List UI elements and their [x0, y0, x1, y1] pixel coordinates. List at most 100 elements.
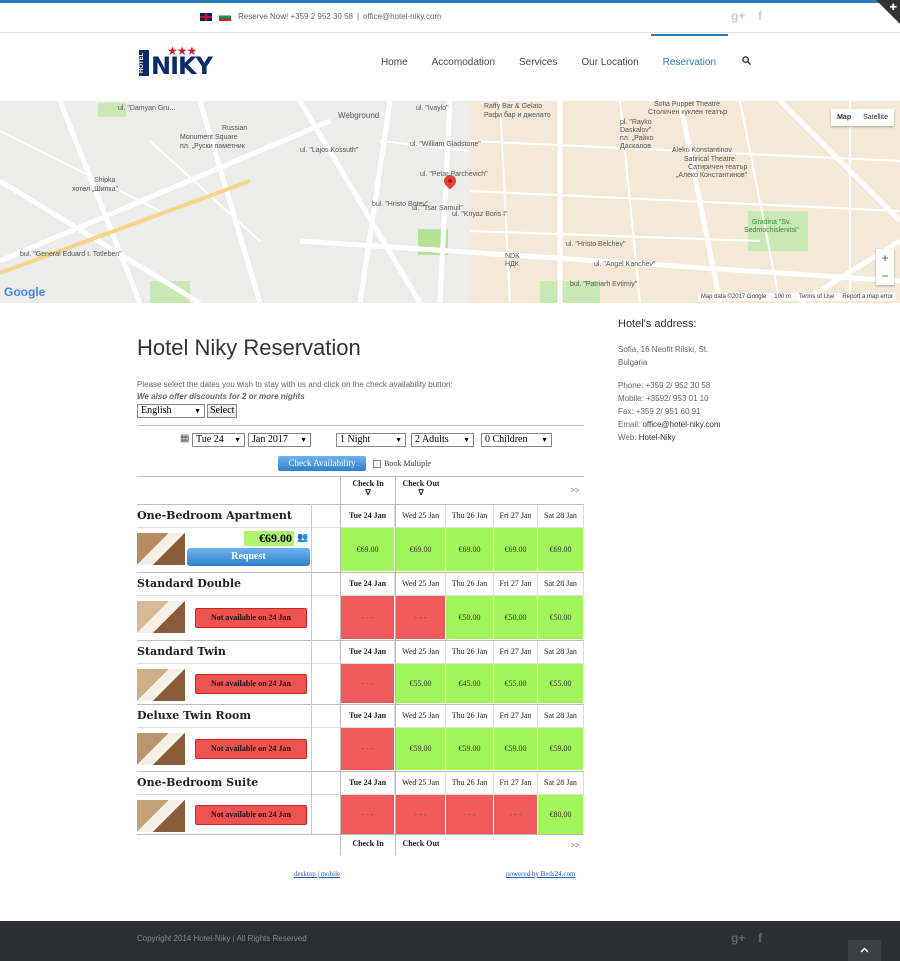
room-thumbnail[interactable]: [137, 733, 185, 765]
map-label: Satirical Theatre: [684, 156, 735, 163]
room-thumbnail[interactable]: [137, 800, 185, 832]
language-select-button[interactable]: Select: [207, 404, 238, 418]
date-header: Thu 26 Jan: [446, 573, 494, 595]
nights-value: 1 Night: [340, 434, 371, 445]
map-terms-link[interactable]: Terms of Use: [799, 294, 834, 300]
web-label: Web:: [618, 433, 639, 442]
google-plus-icon[interactable]: g+: [731, 9, 745, 23]
nav-services[interactable]: Services: [507, 34, 569, 101]
map-label: NDK: [505, 253, 520, 260]
available-cell[interactable]: €55.00: [538, 664, 584, 703]
room-thumbnail[interactable]: [137, 669, 185, 701]
map-label: Sedmochislenitsi": [744, 227, 800, 234]
not-available-button[interactable]: Not available on 24 Jan: [195, 673, 307, 694]
map-label: ul. "William Gladstone": [410, 141, 481, 148]
nav-reservation[interactable]: Reservation: [650, 34, 729, 101]
available-cell[interactable]: €69.00: [341, 528, 395, 571]
map-label: Russian: [222, 125, 248, 132]
calendar-icon[interactable]: ▦: [180, 433, 189, 444]
check-in-footer: Check In: [352, 839, 384, 848]
available-cell[interactable]: €80.00: [538, 795, 584, 834]
room-thumbnail[interactable]: [137, 601, 185, 633]
mobile-link[interactable]: mobile: [321, 870, 340, 878]
chevron-down-icon: ▼: [300, 436, 307, 444]
room-name: Standard Twin: [137, 645, 226, 658]
date-header: Fri 27 Jan: [494, 505, 538, 527]
facebook-icon[interactable]: f: [758, 9, 762, 23]
next-dates-button[interactable]: >>: [566, 486, 584, 495]
mobile-text: Mobile: +3592/ 953 01 10: [618, 394, 709, 403]
adults-select[interactable]: 2 Adults ▼: [411, 433, 474, 447]
footer-facebook-icon[interactable]: f: [758, 931, 762, 945]
date-header: Sat 28 Jan: [538, 641, 584, 663]
hotel-logo[interactable]: HOTEL ★★★ NIKY: [137, 44, 221, 80]
sidebar-web-link[interactable]: Hotel-Niky: [639, 433, 676, 442]
available-cell[interactable]: €69.00: [494, 528, 538, 571]
month-select[interactable]: Jan 2017 ▼: [248, 433, 311, 447]
available-cell[interactable]: €59.00: [494, 728, 538, 770]
fax-text: Fax: +359 2/ 951 60 91: [618, 407, 701, 416]
date-header: Thu 26 Jan: [446, 641, 494, 663]
date-header: Thu 26 Jan: [446, 772, 494, 794]
book-multiple-checkbox[interactable]: [373, 459, 381, 468]
divider: [137, 425, 584, 426]
footer-google-plus-icon[interactable]: g+: [731, 931, 745, 945]
children-select[interactable]: 0 Children ▼: [481, 433, 552, 447]
corner-plus-icon[interactable]: ✚: [889, 2, 897, 13]
chevron-down-icon: ▼: [234, 436, 241, 444]
room-thumbnail[interactable]: [137, 533, 185, 565]
not-available-button[interactable]: Not available on 24 Jan: [195, 607, 307, 628]
date-header: Wed 25 Jan: [396, 705, 446, 727]
zoom-out-button[interactable]: −: [876, 267, 894, 285]
search-icon[interactable]: [728, 34, 763, 101]
available-cell[interactable]: €69.00: [538, 528, 584, 571]
available-cell[interactable]: €55.00: [494, 664, 538, 703]
zoom-in-button[interactable]: +: [876, 249, 894, 267]
nav-our-location[interactable]: Our Location: [569, 34, 650, 101]
next-dates-button-bottom[interactable]: >>: [566, 841, 584, 850]
available-cell[interactable]: €50.00: [494, 596, 538, 639]
check-availability-button[interactable]: Check Availability: [278, 456, 366, 471]
available-cell[interactable]: €59.00: [446, 728, 494, 770]
map-report-link[interactable]: Report a map error: [842, 294, 893, 300]
available-cell[interactable]: €59.00: [538, 728, 584, 770]
map-label: Raffy Bar & Gelato: [484, 103, 543, 110]
date-header: Tue 24 Jan: [341, 573, 395, 595]
available-cell[interactable]: €50.00: [538, 596, 584, 639]
map-type-map-button[interactable]: Map: [831, 109, 857, 126]
available-cell[interactable]: €55.00: [396, 664, 446, 703]
nights-select[interactable]: 1 Night ▼: [336, 433, 406, 447]
nav-home[interactable]: Home: [369, 34, 420, 101]
sidebar-title: Hotel's address:: [618, 318, 697, 330]
desktop-link[interactable]: desktop: [294, 870, 316, 878]
available-cell[interactable]: €59.00: [396, 728, 446, 770]
available-cell[interactable]: €50.00: [446, 596, 494, 639]
language-select[interactable]: English ▼: [137, 404, 205, 418]
request-button[interactable]: Request: [187, 548, 310, 566]
bulgaria-flag-icon[interactable]: [219, 12, 231, 21]
not-available-button[interactable]: Not available on 24 Jan: [195, 739, 307, 759]
map-label: ul. "Ivaylo": [416, 105, 449, 112]
map-type-satellite-button[interactable]: Satellite: [857, 109, 894, 126]
day-select[interactable]: Tue 24 ▼: [192, 433, 245, 447]
contact-separator: |: [356, 12, 360, 21]
available-cell[interactable]: €69.00: [396, 528, 446, 571]
check-out-label: Check Out: [402, 479, 440, 488]
powered-by-link[interactable]: powered by Beds24.com: [506, 870, 575, 878]
map-label: „Алеко Константинов": [676, 172, 748, 179]
sidebar-email-link[interactable]: office@hotel-niky.com: [642, 420, 720, 429]
nav-accomodation[interactable]: Accomodation: [420, 34, 507, 101]
date-header: Fri 27 Jan: [494, 641, 538, 663]
date-header: Fri 27 Jan: [494, 573, 538, 595]
available-cell[interactable]: €69.00: [446, 528, 494, 571]
uk-flag-icon[interactable]: [200, 12, 212, 21]
map-zoom-control: + −: [876, 249, 894, 285]
contact-email[interactable]: office@hotel-niky.com: [363, 12, 441, 21]
not-available-button[interactable]: Not available on 24 Jan: [195, 804, 307, 825]
unavailable-cell: - - -: [341, 795, 395, 834]
map-streets: [0, 101, 900, 303]
available-cell[interactable]: €45.00: [446, 664, 494, 703]
location-map[interactable]: ul. "Damyan Gru... Russian Monument Squa…: [0, 101, 900, 303]
date-header: Fri 27 Jan: [494, 772, 538, 794]
back-to-top-button[interactable]: [848, 940, 881, 961]
